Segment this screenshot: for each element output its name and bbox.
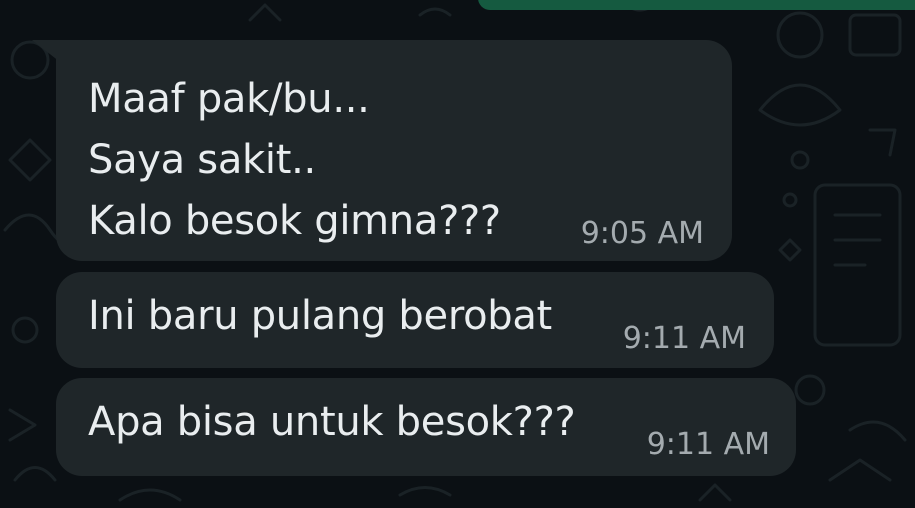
incoming-message-bubble[interactable]: Maaf pak/bu... Saya sakit.. Kalo besok g… (56, 40, 732, 261)
message-timestamp: 9:11 AM (622, 321, 746, 356)
message-text: Apa bisa untuk besok??? (88, 399, 576, 445)
outgoing-message-edge (478, 0, 915, 10)
incoming-message-bubble[interactable]: Ini baru pulang berobat 9:11 AM (56, 272, 774, 368)
incoming-message-bubble[interactable]: Apa bisa untuk besok??? 9:11 AM (56, 378, 796, 476)
message-timestamp: 9:11 AM (646, 427, 770, 462)
message-timestamp: 9:05 AM (580, 216, 704, 251)
message-text: Maaf pak/bu... Saya sakit.. Kalo besok g… (88, 76, 501, 244)
message-text: Ini baru pulang berobat (88, 293, 552, 339)
